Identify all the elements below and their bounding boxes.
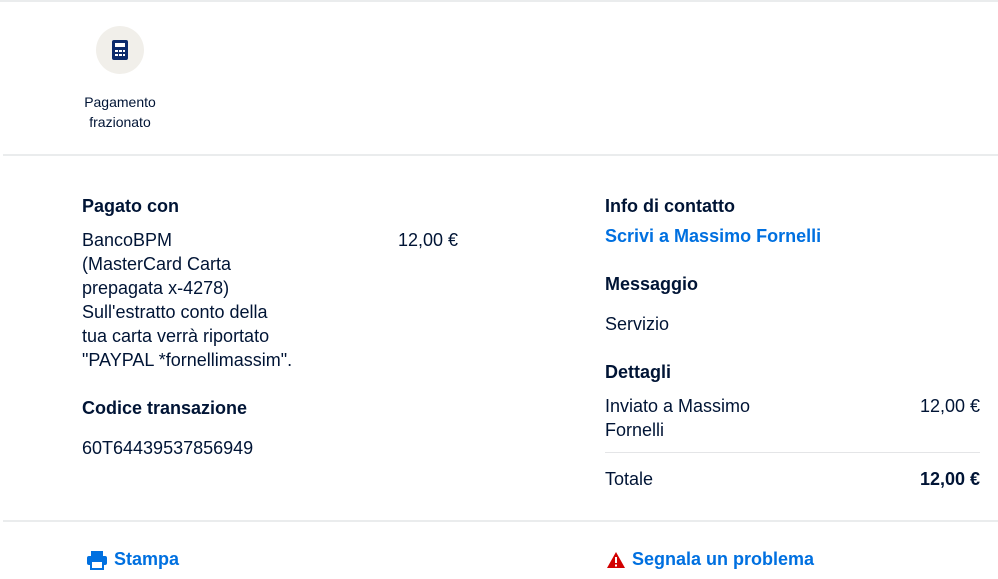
message-heading: Messaggio — [605, 274, 699, 294]
split-payment-icon-circle[interactable] — [96, 26, 144, 74]
report-problem-button[interactable]: Segnala un problema — [606, 549, 814, 570]
section-divider-top — [3, 154, 998, 156]
details-sent-line2: Fornelli — [605, 420, 665, 440]
printer-icon — [87, 550, 107, 570]
paid-with-line: Sull'estratto conto della — [82, 302, 268, 322]
details-sent-to: Inviato a Massimo Fornelli — [605, 394, 805, 442]
warning-icon — [607, 551, 625, 568]
paid-with-line: "PAYPAL *fornellimassim". — [82, 350, 293, 370]
top-border — [0, 0, 998, 2]
split-payment-option[interactable]: Pagamento frazionato — [70, 26, 170, 132]
message-text: Servizio — [605, 314, 670, 334]
section-divider-bottom — [3, 520, 998, 522]
split-payment-label-line2: frazionato — [89, 114, 151, 130]
total-amount: 12,00 € — [919, 469, 980, 489]
split-payment-label: Pagamento frazionato — [70, 92, 170, 132]
print-button[interactable]: Stampa — [86, 549, 179, 570]
details-sent-amount: 12,00 € — [919, 396, 980, 416]
details-separator — [605, 452, 980, 453]
details-sent-line1: Inviato a Massimo — [605, 396, 751, 416]
paid-with-amount: 12,00 € — [398, 230, 459, 250]
paid-with-line: (MasterCard Carta — [82, 254, 232, 274]
calculator-icon — [112, 40, 128, 60]
report-problem-label[interactable]: Segnala un problema — [632, 549, 814, 570]
print-label[interactable]: Stampa — [114, 549, 179, 570]
paid-with-source: BancoBPM (MasterCard Carta prepagata x-4… — [82, 228, 382, 372]
paid-with-line: prepagata x-4278) — [82, 278, 230, 298]
paid-with-line: tua carta verrà riportato — [82, 326, 270, 346]
total-label: Totale — [605, 469, 654, 489]
contact-info-heading: Info di contatto — [605, 196, 735, 216]
transaction-code-heading: Codice transazione — [82, 398, 248, 418]
contact-seller-link[interactable]: Scrivi a Massimo Fornelli — [605, 226, 821, 247]
split-payment-label-line1: Pagamento — [84, 94, 156, 110]
paid-with-heading: Pagato con — [82, 196, 180, 216]
details-heading: Dettagli — [605, 362, 672, 382]
transaction-code-value: 60T64439537856949 — [82, 438, 254, 458]
paid-with-line: BancoBPM — [82, 230, 173, 250]
